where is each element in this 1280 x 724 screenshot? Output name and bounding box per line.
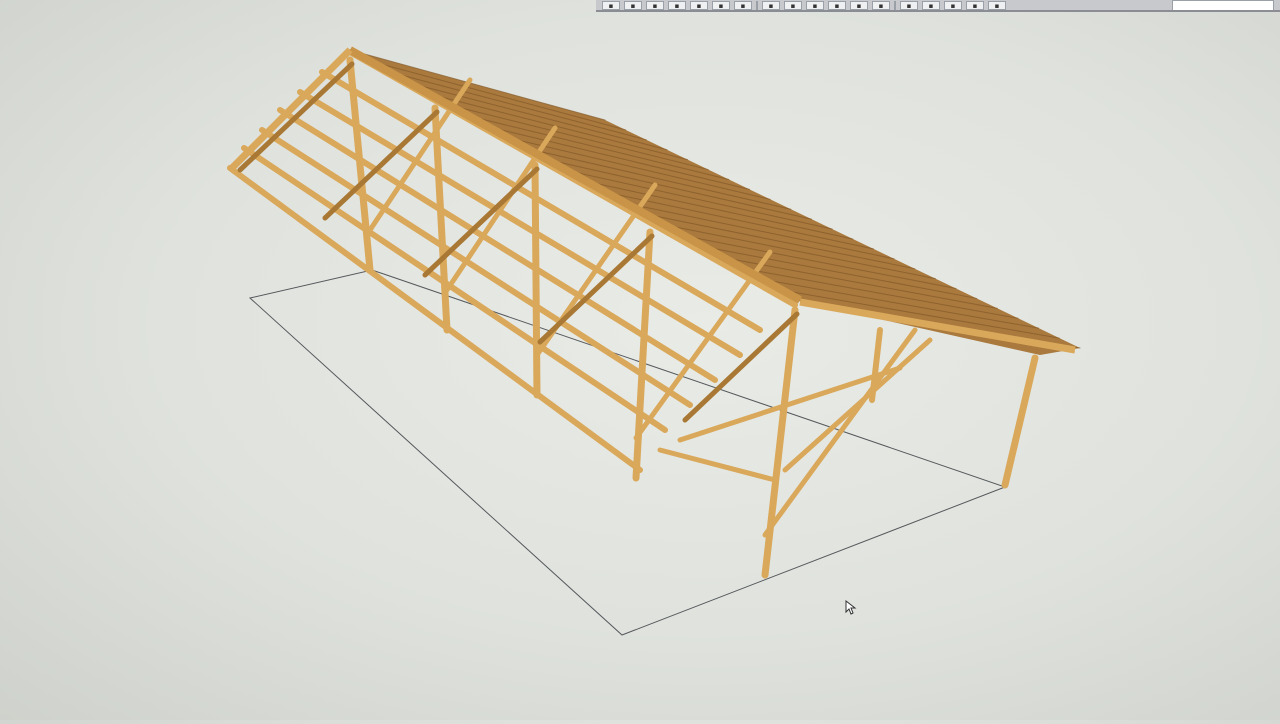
purlin bbox=[227, 165, 643, 473]
post bbox=[1001, 354, 1039, 489]
material-button[interactable]: ▪ bbox=[712, 0, 730, 10]
settings-icon: ▪ bbox=[906, 1, 912, 10]
paint-button[interactable]: ▪ bbox=[828, 0, 846, 10]
new-file-icon: ▪ bbox=[630, 1, 636, 10]
toolbar-separator bbox=[756, 0, 758, 10]
post bbox=[761, 306, 799, 579]
timber-frame-model[interactable] bbox=[0, 0, 1280, 720]
edit-button[interactable]: ▪ bbox=[806, 0, 824, 10]
print-button[interactable]: ▪ bbox=[690, 0, 708, 10]
open-button[interactable]: ▪ bbox=[646, 0, 664, 10]
post bbox=[531, 161, 541, 399]
tag-icon: ▪ bbox=[928, 1, 934, 10]
tie-beam bbox=[657, 447, 778, 483]
paste-button[interactable]: ▪ bbox=[784, 0, 802, 10]
search-input[interactable] bbox=[1172, 0, 1274, 10]
camera-icon: ▪ bbox=[856, 1, 862, 10]
material-icon: ▪ bbox=[718, 1, 724, 10]
gem-button[interactable]: ▪ bbox=[944, 0, 962, 10]
gem-icon: ▪ bbox=[950, 1, 956, 10]
3d-viewport[interactable] bbox=[0, 0, 1280, 720]
layers-button[interactable]: ▪ bbox=[988, 0, 1006, 10]
mouse-cursor-icon bbox=[845, 600, 857, 615]
toolbar: ▪ ▪ ▪ ▪ ▪ ▪ ▪ ▪ ▪ ▪ ▪ ▪ ▪ ▪ ▪ ▪ ▪ ▪ bbox=[596, 0, 1280, 12]
copy-button[interactable]: ▪ bbox=[762, 0, 780, 10]
pencil-button[interactable]: ▪ bbox=[966, 0, 984, 10]
toolbar-separator bbox=[894, 0, 896, 10]
tag-button[interactable]: ▪ bbox=[922, 0, 940, 10]
save-icon: ▪ bbox=[674, 1, 680, 10]
zoom-button[interactable]: ▪ bbox=[734, 0, 752, 10]
save-button[interactable]: ▪ bbox=[668, 0, 686, 10]
camera-button[interactable]: ▪ bbox=[850, 0, 868, 10]
globe-icon: ▪ bbox=[878, 1, 884, 10]
edit-icon: ▪ bbox=[812, 1, 818, 10]
new-file-button[interactable]: ▪ bbox=[624, 0, 642, 10]
paint-icon: ▪ bbox=[834, 1, 840, 10]
globe-button[interactable]: ▪ bbox=[872, 0, 890, 10]
select-button[interactable]: ▪ bbox=[602, 0, 620, 10]
post bbox=[632, 228, 654, 482]
brace bbox=[367, 77, 473, 233]
pencil-icon: ▪ bbox=[972, 1, 978, 10]
settings-button[interactable]: ▪ bbox=[900, 0, 918, 10]
copy-icon: ▪ bbox=[768, 1, 774, 10]
zoom-icon: ▪ bbox=[740, 1, 746, 10]
print-icon: ▪ bbox=[696, 1, 702, 10]
paste-icon: ▪ bbox=[790, 1, 796, 10]
brace bbox=[782, 337, 933, 473]
select-icon: ▪ bbox=[608, 1, 614, 10]
layers-icon: ▪ bbox=[994, 1, 1000, 10]
open-icon: ▪ bbox=[652, 1, 658, 10]
